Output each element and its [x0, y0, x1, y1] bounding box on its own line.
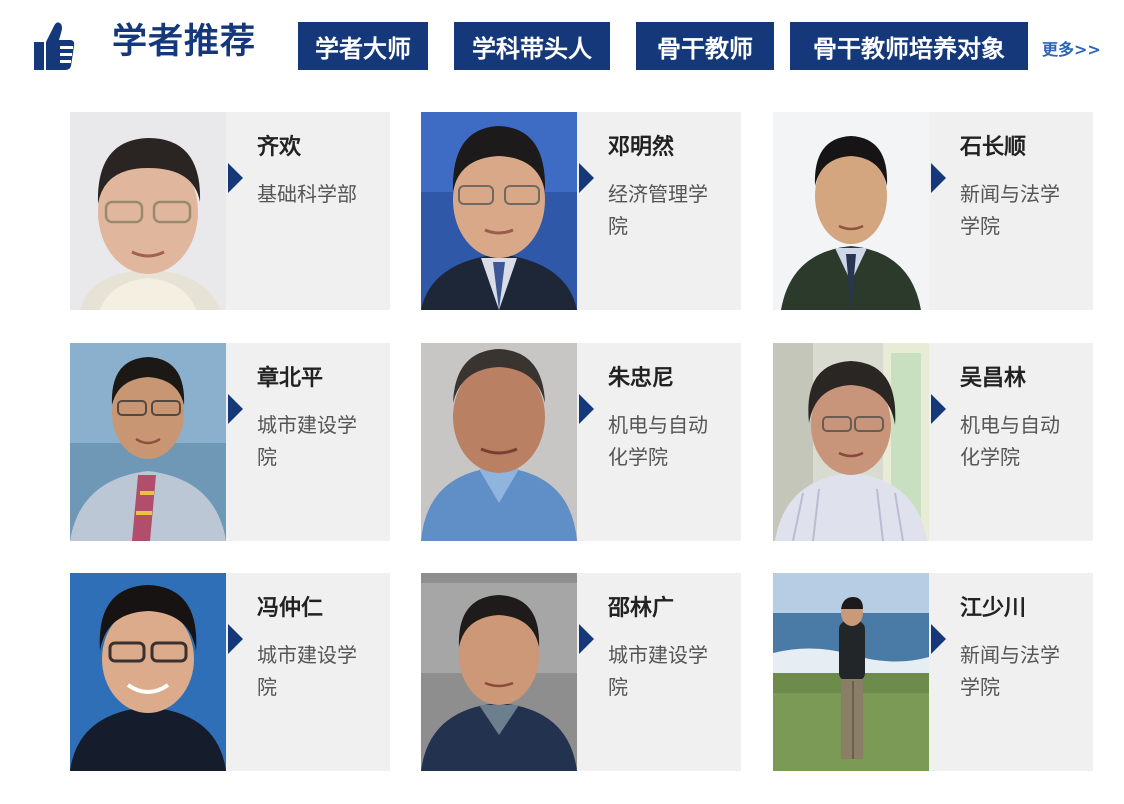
scholar-department: 新闻与法学学院 — [960, 182, 1060, 238]
thumbs-up-icon — [34, 22, 75, 70]
scholar-card[interactable]: 石长顺 新闻与法学学院 — [773, 112, 1093, 310]
section-header: 学者推荐 学者大师 学科带头人 骨干教师 骨干教师培养对象 更多>> — [0, 0, 1124, 90]
scholar-card[interactable]: 章北平 城市建设学院 — [70, 343, 390, 541]
scholar-photo — [70, 573, 226, 771]
scholar-name: 朱忠尼 — [608, 366, 675, 391]
scholar-name: 吴昌林 — [960, 366, 1027, 391]
scholar-card[interactable]: 冯仲仁 城市建设学院 — [70, 573, 390, 771]
more-link[interactable]: 更多>> — [1042, 36, 1101, 60]
scholar-card[interactable]: 邓明然 经济管理学院 — [421, 112, 741, 310]
scholar-department: 城市建设学院 — [608, 643, 708, 699]
chevron-right-icon — [579, 163, 594, 193]
tab-masters[interactable]: 学者大师 — [298, 22, 428, 70]
chevron-right-icon — [228, 394, 243, 424]
chevron-right-icon — [228, 624, 243, 654]
chevron-right-icon — [931, 624, 946, 654]
scholar-photo — [773, 343, 929, 541]
chevron-right-icon — [228, 163, 243, 193]
scholar-department: 城市建设学院 — [257, 643, 357, 699]
tab-key-teacher-candidates[interactable]: 骨干教师培养对象 — [790, 22, 1028, 70]
scholar-photo — [421, 343, 577, 541]
scholar-name: 邓明然 — [608, 135, 675, 160]
scholar-photo — [70, 112, 226, 310]
scholar-name: 章北平 — [257, 366, 324, 391]
tab-discipline-leaders[interactable]: 学科带头人 — [454, 22, 610, 70]
scholar-department: 经济管理学院 — [608, 182, 708, 238]
scholar-card[interactable]: 吴昌林 机电与自动化学院 — [773, 343, 1093, 541]
scholar-name: 冯仲仁 — [257, 596, 324, 621]
tab-key-teachers[interactable]: 骨干教师 — [636, 22, 774, 70]
scholar-name: 齐欢 — [257, 135, 302, 160]
scholar-photo — [421, 573, 577, 771]
scholar-photo — [70, 343, 226, 541]
scholar-name: 邵林广 — [608, 596, 675, 621]
section-title: 学者推荐 — [112, 22, 257, 62]
scholar-department: 基础科学部 — [257, 182, 357, 206]
chevron-right-icon — [579, 624, 594, 654]
scholar-department: 机电与自动化学院 — [608, 413, 708, 469]
scholar-name: 江少川 — [960, 596, 1027, 621]
scholar-card[interactable]: 齐欢 基础科学部 — [70, 112, 390, 310]
scholar-department: 新闻与法学学院 — [960, 643, 1060, 699]
chevron-right-icon — [931, 163, 946, 193]
scholar-card[interactable]: 江少川 新闻与法学学院 — [773, 573, 1093, 771]
scholar-name: 石长顺 — [960, 135, 1027, 160]
scholar-photo — [421, 112, 577, 310]
scholar-photo — [773, 112, 929, 310]
scholar-photo — [773, 573, 929, 771]
scholar-card[interactable]: 邵林广 城市建设学院 — [421, 573, 741, 771]
chevron-right-icon — [579, 394, 594, 424]
chevron-right-icon — [931, 394, 946, 424]
scholar-department: 机电与自动化学院 — [960, 413, 1060, 469]
scholar-card[interactable]: 朱忠尼 机电与自动化学院 — [421, 343, 741, 541]
scholar-department: 城市建设学院 — [257, 413, 357, 469]
